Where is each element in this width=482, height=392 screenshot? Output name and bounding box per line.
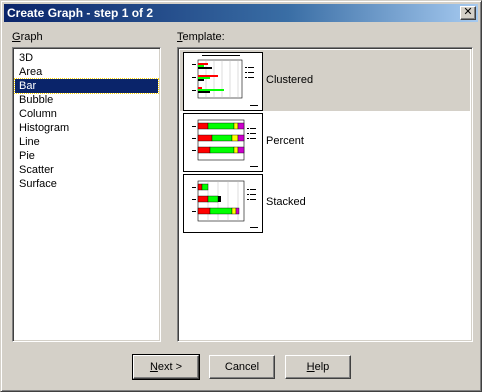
- cancel-button[interactable]: Cancel: [209, 355, 275, 379]
- graph-item-3d[interactable]: 3D: [15, 51, 158, 65]
- close-button[interactable]: ✕: [460, 6, 476, 20]
- template-label-clustered: Clustered: [266, 74, 314, 86]
- graph-item-bubble[interactable]: Bubble: [15, 93, 158, 107]
- dialog-title: Create Graph - step 1 of 2: [7, 6, 154, 20]
- template-label: Template:: [177, 31, 225, 43]
- next-button-label: Next >: [149, 361, 183, 373]
- next-button[interactable]: Next >: [132, 354, 200, 380]
- graph-label: Graph: [12, 31, 43, 43]
- template-label-stacked: Stacked: [266, 196, 306, 208]
- graph-item-area[interactable]: Area: [15, 65, 158, 79]
- graph-item-histogram[interactable]: Histogram: [15, 121, 158, 135]
- help-button[interactable]: Help: [285, 355, 351, 379]
- graph-type-list[interactable]: 3D Area Bar Bubble Column Histogram Line…: [12, 47, 161, 342]
- create-graph-dialog: Create Graph - step 1 of 2 ✕ Graph Templ…: [0, 0, 482, 392]
- graph-item-surface[interactable]: Surface: [15, 177, 158, 191]
- stacked-bar-chart-icon: [183, 174, 263, 233]
- graph-item-column[interactable]: Column: [15, 107, 158, 121]
- graph-item-scatter[interactable]: Scatter: [15, 163, 158, 177]
- template-item-stacked[interactable]: Stacked: [180, 172, 470, 233]
- help-button-label: Help: [306, 361, 330, 373]
- graph-item-bar[interactable]: Bar: [14, 78, 159, 94]
- cancel-button-label: Cancel: [224, 361, 260, 373]
- template-item-clustered[interactable]: Clustered: [180, 50, 470, 111]
- template-label-percent: Percent: [266, 135, 304, 147]
- percent-bar-chart-icon: [183, 113, 263, 172]
- clustered-bar-chart-icon: [183, 52, 263, 111]
- graph-item-pie[interactable]: Pie: [15, 149, 158, 163]
- title-bar: Create Graph - step 1 of 2 ✕: [4, 4, 478, 22]
- template-item-percent[interactable]: Percent: [180, 111, 470, 172]
- template-list[interactable]: Clustered Percent Stacked: [177, 47, 473, 342]
- graph-item-line[interactable]: Line: [15, 135, 158, 149]
- close-icon: ✕: [463, 6, 473, 18]
